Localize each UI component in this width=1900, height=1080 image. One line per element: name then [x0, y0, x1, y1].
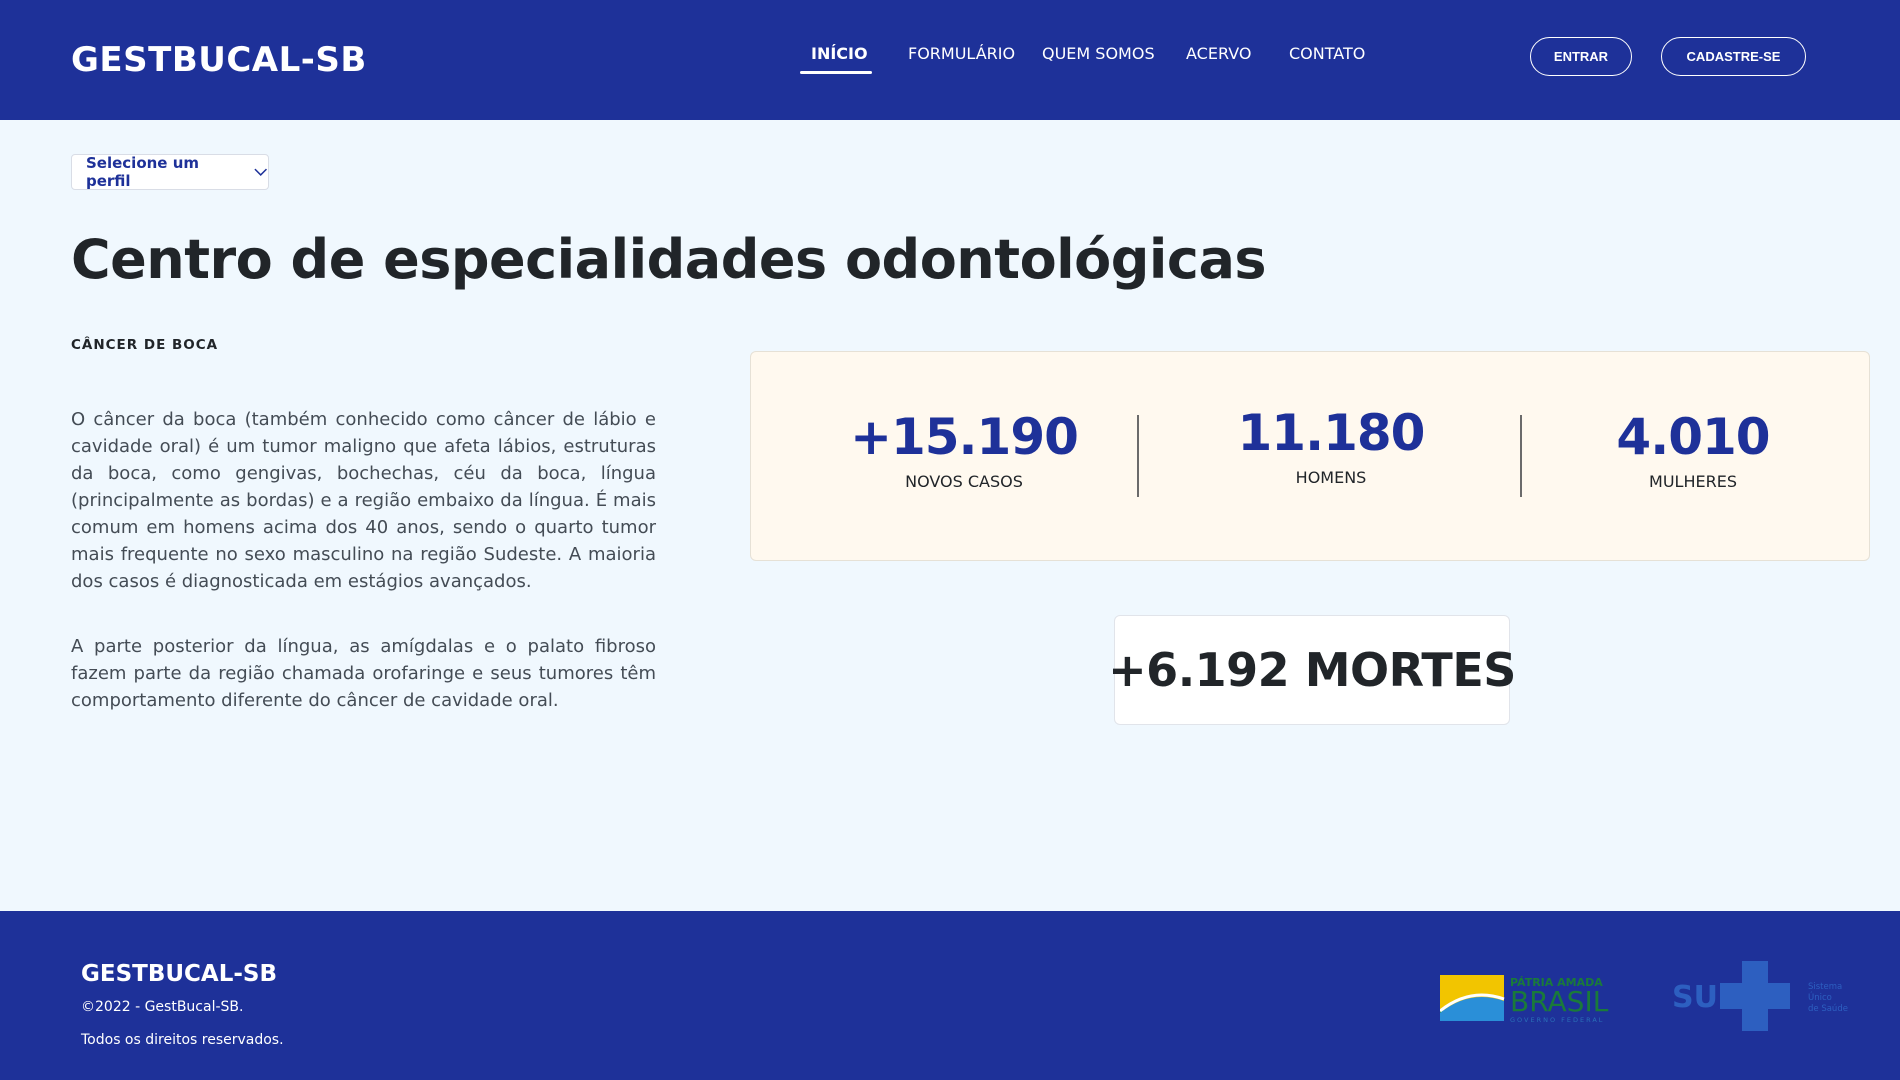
nav-item-quem-somos[interactable]: QUEM SOMOS	[1042, 44, 1155, 63]
sus-logo-text-2: Único	[1808, 991, 1832, 1003]
sus-logo-text-3: de Saúde	[1808, 1004, 1848, 1014]
stat-label: HOMENS	[1295, 468, 1367, 487]
login-button[interactable]: ENTRAR	[1530, 37, 1632, 76]
footer-brand: GESTBUCAL-SB	[81, 961, 278, 987]
sus-logo: SUS Sistema Único de Saúde	[1672, 961, 1848, 1031]
stats-card: +15.190 NOVOS CASOS 11.180 HOMENS 4.010 …	[750, 351, 1870, 561]
deaths-card: +6.192 MORTES	[1108, 615, 1516, 725]
brasil-logo-text-3: GOVERNO FEDERAL	[1510, 1016, 1604, 1024]
stat-divider	[1137, 415, 1139, 497]
nav-item-formulario[interactable]: FORMULÁRIO	[908, 44, 1015, 63]
brasil-logo-text-2: BRASIL	[1510, 985, 1609, 1018]
page-title: Centro de especialidades odontológicas	[71, 228, 1267, 291]
stat-value: 4.010	[1616, 408, 1770, 466]
stat-men: 11.180 HOMENS	[1201, 404, 1461, 487]
footer-rights: Todos os direitos reservados.	[81, 1032, 284, 1048]
active-nav-indicator	[800, 71, 872, 74]
nav-item-inicio[interactable]: INÍCIO	[811, 44, 868, 63]
stat-label: MULHERES	[1649, 472, 1737, 491]
description-paragraph: A parte posterior da língua, as amígdala…	[71, 636, 656, 711]
section-label: CÂNCER DE BOCA	[71, 337, 219, 353]
stat-value: +15.190	[850, 408, 1079, 466]
nav-item-contato[interactable]: CONTATO	[1289, 44, 1365, 63]
chevron-down-icon	[253, 168, 267, 176]
signup-button[interactable]: CADASTRE-SE	[1661, 37, 1806, 76]
governo-federal-logo: PÁTRIA AMADA BRASIL GOVERNO FEDERAL	[1440, 975, 1609, 1024]
description-paragraph: O câncer da boca (também conhecido como …	[71, 409, 656, 592]
stat-divider	[1520, 415, 1522, 497]
footer: GESTBUCAL-SB ©2022 - GestBucal-SB. Todos…	[0, 911, 1900, 1080]
footer-copyright: ©2022 - GestBucal-SB.	[81, 999, 244, 1015]
top-navbar: GESTBUCAL-SB INÍCIO FORMULÁRIO QUEM SOMO…	[0, 0, 1900, 120]
profile-select[interactable]: Selecione um perfil	[71, 154, 269, 190]
nav-item-acervo[interactable]: ACERVO	[1186, 44, 1251, 63]
stat-value: 11.180	[1237, 404, 1426, 462]
profile-select-label: Selecione um perfil	[86, 154, 200, 190]
stat-women: 4.010 MULHERES	[1563, 408, 1823, 491]
brand-logo[interactable]: GESTBUCAL-SB	[71, 40, 367, 80]
stat-label: NOVOS CASOS	[905, 472, 1023, 491]
stat-new-cases: +15.190 NOVOS CASOS	[834, 408, 1094, 491]
sus-logo-text-1: Sistema	[1808, 982, 1842, 992]
deaths-value: +6.192 MORTES	[1108, 643, 1516, 697]
